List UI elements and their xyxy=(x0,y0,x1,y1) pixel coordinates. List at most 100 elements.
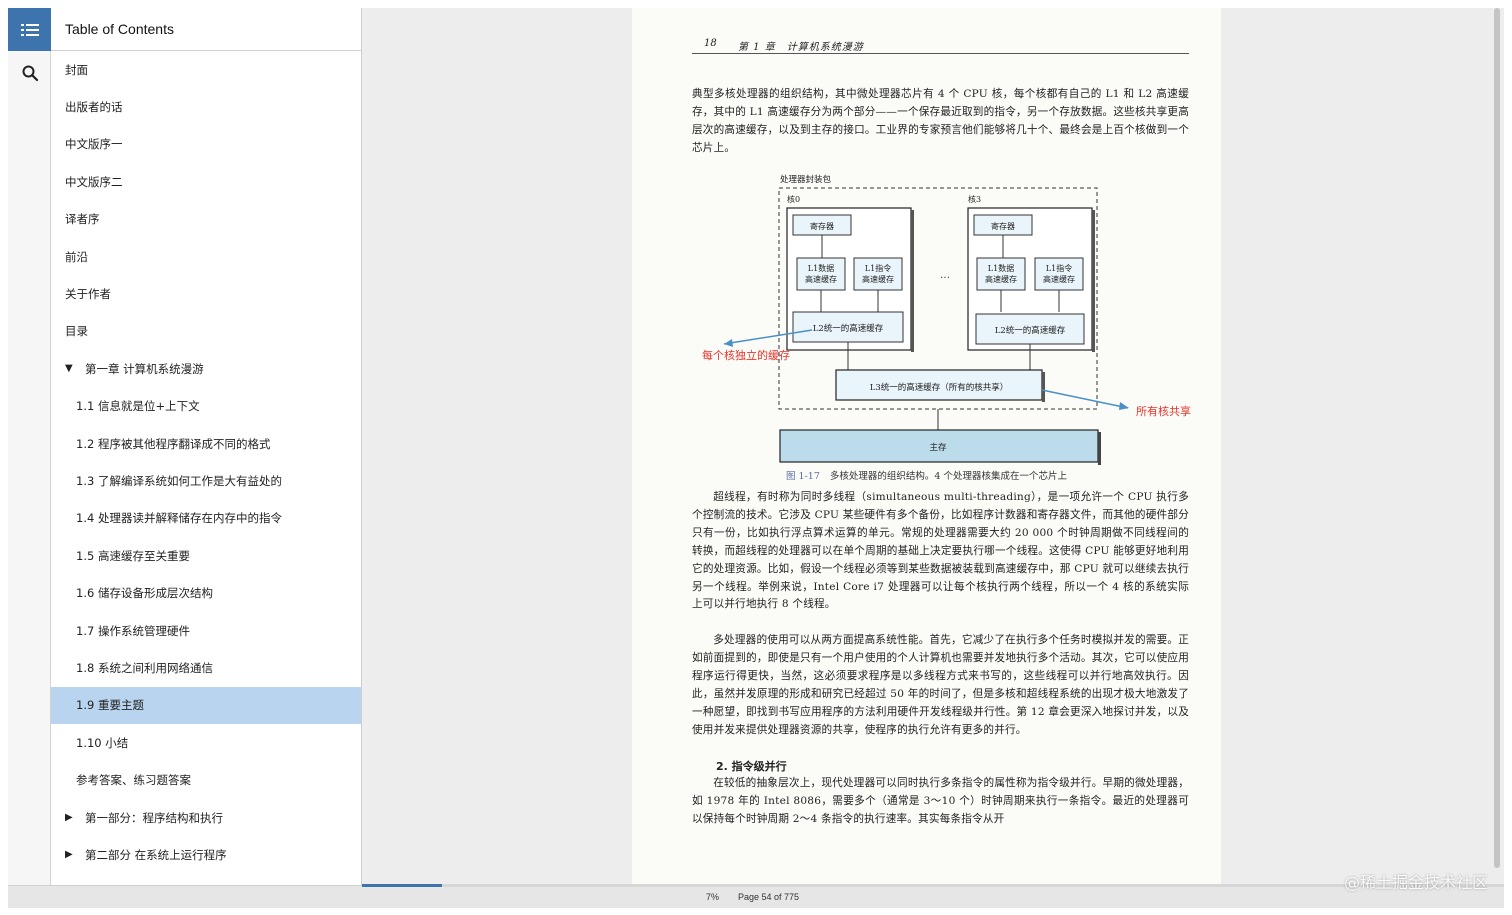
toc-item-label: 封面 xyxy=(65,62,88,77)
search-icon xyxy=(22,65,38,81)
toc-item[interactable]: 1.8 系统之间利用网络通信 xyxy=(51,649,361,686)
reading-progress-bar[interactable] xyxy=(362,884,1504,887)
svg-text:寄存器: 寄存器 xyxy=(991,221,1015,231)
svg-text:L2统一的高速缓存: L2统一的高速缓存 xyxy=(813,323,884,334)
svg-text:高速缓存: 高速缓存 xyxy=(1043,274,1075,284)
section-heading: 2. 指令级并行 xyxy=(716,760,787,773)
vertical-scrollbar[interactable] xyxy=(1493,8,1501,868)
figure-number: 图 1-17 xyxy=(786,471,820,482)
figure-1-17: 处理器封装包 核0 寄存器 L1数据 高速缓存 L1指令 高速缓存 L2统一的高… xyxy=(632,158,1221,488)
toc-item-label: 1.10 小结 xyxy=(76,735,129,750)
toc-item[interactable]: 1.2 程序被其他程序翻译成不同的格式 xyxy=(51,425,361,462)
svg-text:高速缓存: 高速缓存 xyxy=(985,274,1017,284)
figure-caption: 图 1-17 多核处理器的组织结构。4 个处理器核集成在一个芯片上 xyxy=(632,468,1221,482)
toc-item-label: 参考答案、练习题答案 xyxy=(76,773,191,788)
expand-triangle-icon[interactable]: ▶ xyxy=(65,849,85,860)
toc-item[interactable]: 1.7 操作系统管理硬件 xyxy=(51,612,361,649)
toc-item[interactable]: ▼ 第一章 计算机系统漫游 xyxy=(51,350,361,387)
svg-text:高速缓存: 高速缓存 xyxy=(862,274,894,284)
toc-item-label: 1.6 储存设备形成层次结构 xyxy=(76,586,213,601)
toc-item-label: 1.4 处理器读并解释储存在内存中的指令 xyxy=(76,511,282,526)
side-rail xyxy=(8,8,51,885)
search-button[interactable] xyxy=(8,51,51,94)
paragraph-1: 典型多核处理器的组织结构，其中微处理器芯片有 4 个 CPU 核，每个核都有自己… xyxy=(692,88,1189,154)
book-page: 18 第 1 章 计算机系统漫游 典型多核处理器的组织结构，其中微处理器芯片有 … xyxy=(632,8,1221,885)
collapse-triangle-icon[interactable]: ▼ xyxy=(65,363,85,374)
toc-item-label: 1.7 操作系统管理硬件 xyxy=(76,623,190,638)
toc-toggle-button[interactable] xyxy=(8,8,51,51)
core0-label: 核0 xyxy=(787,194,800,204)
toc-item[interactable]: 封面 xyxy=(51,51,361,88)
toc-panel: Table of Contents 封面出版者的话中文版序一中文版序二译者序前沿… xyxy=(51,8,362,885)
package-label: 处理器封装包 xyxy=(780,174,832,185)
svg-text:L1数据: L1数据 xyxy=(988,263,1014,273)
toc-item-label: 1.3 了解编译系统如何工作是大有益处的 xyxy=(76,473,282,488)
annotation-right: 所有核共享 xyxy=(1136,404,1191,418)
core0-l1-inst xyxy=(853,257,903,291)
toc-item[interactable]: 1.9 重要主题 xyxy=(51,686,361,725)
svg-text:主存: 主存 xyxy=(929,442,947,453)
multicore-diagram: 处理器封装包 核0 寄存器 L1数据 高速缓存 L1指令 高速缓存 L2统一的高… xyxy=(702,174,1191,465)
toc-item[interactable]: 出版者的话 xyxy=(51,88,361,125)
svg-text:L1数据: L1数据 xyxy=(808,263,834,273)
toc-item[interactable]: 1.6 储存设备形成层次结构 xyxy=(51,574,361,611)
core3-l1-inst xyxy=(1034,257,1084,291)
toc-item[interactable]: 1.5 高速缓存至关重要 xyxy=(51,537,361,574)
running-head-page-number: 18 xyxy=(704,38,717,49)
toc-item-label: 前沿 xyxy=(65,249,88,264)
expand-triangle-icon[interactable]: ▶ xyxy=(65,812,85,823)
watermark: @稀土掘金技术社区 xyxy=(1343,873,1488,892)
list-icon xyxy=(20,23,39,36)
svg-text:高速缓存: 高速缓存 xyxy=(805,274,837,284)
scrollbar-thumb[interactable] xyxy=(1494,8,1500,868)
paragraph-4: 在较低的抽象层次上，现代处理器可以同时执行多条指令的属性称为指令级并行。早期的微… xyxy=(692,777,1189,825)
toc-item[interactable]: 前沿 xyxy=(51,238,361,275)
toc-item[interactable]: 中文版序一 xyxy=(51,126,361,163)
reader-area[interactable]: 18 第 1 章 计算机系统漫游 典型多核处理器的组织结构，其中微处理器芯片有 … xyxy=(363,8,1504,885)
core3-label: 核3 xyxy=(968,194,981,204)
progress-percent: 7% xyxy=(706,892,720,902)
reading-progress-fill xyxy=(362,884,442,887)
toc-item-label: 1.2 程序被其他程序翻译成不同的格式 xyxy=(76,436,271,451)
status-bar: 7% Page 54 of 775 xyxy=(362,884,1504,908)
annotation-right-arrow xyxy=(1041,389,1129,409)
toc-list: 封面 出版者的话 中文版序一 中文版序二 译者序 前沿 关于作者 目录 ▼ 第一章 计算机系统漫游… xyxy=(51,51,361,874)
core3-l1-data xyxy=(976,257,1026,291)
svg-text:L1指令: L1指令 xyxy=(1046,263,1072,273)
running-head-title: 第 1 章 计算机系统漫游 xyxy=(738,42,864,53)
toc-item-label: 第二部分 在系统上运行程序 xyxy=(85,847,227,862)
toc-item[interactable]: 参考答案、练习题答案 xyxy=(51,761,361,798)
running-head: 18 第 1 章 计算机系统漫游 xyxy=(692,38,1189,54)
toc-item[interactable]: 译者序 xyxy=(51,201,361,238)
svg-text:L2统一的高速缓存: L2统一的高速缓存 xyxy=(995,325,1066,336)
svg-text:L3统一的高速缓存（所有的核共享）: L3统一的高速缓存（所有的核共享） xyxy=(870,382,1009,393)
toc-title: Table of Contents xyxy=(51,8,361,51)
paragraph-2: 超线程，有时称为同时多线程（simultaneous multi-threadi… xyxy=(692,491,1189,611)
toc-item[interactable]: 1.4 处理器读并解释储存在内存中的指令 xyxy=(51,500,361,537)
toc-item[interactable]: 1.10 小结 xyxy=(51,724,361,761)
svg-text:寄存器: 寄存器 xyxy=(810,221,834,231)
svg-text:L1指令: L1指令 xyxy=(865,263,891,273)
toc-item-label: 关于作者 xyxy=(65,287,111,302)
toc-item[interactable]: 1.1 信息就是位+上下文 xyxy=(51,388,361,425)
toc-item-label: 中文版序二 xyxy=(65,174,123,189)
toc-item[interactable]: 中文版序二 xyxy=(51,163,361,200)
footer-left-spacer xyxy=(8,885,362,908)
toc-item[interactable]: 关于作者 xyxy=(51,275,361,312)
reader-window: Table of Contents 封面出版者的话中文版序一中文版序二译者序前沿… xyxy=(8,8,1504,908)
toc-item[interactable]: ▶ 第二部分 在系统上运行程序 xyxy=(51,836,361,873)
paragraph-3: 多处理器的使用可以从两方面提高系统性能。首先，它减少了在执行多个任务时模拟并发的… xyxy=(692,634,1189,736)
toc-item-label: 译者序 xyxy=(65,212,100,227)
page-indicator: Page 54 of 775 xyxy=(738,892,800,902)
toc-item-label: 1.1 信息就是位+上下文 xyxy=(76,399,200,414)
toc-item-label: 第一部分：程序结构和执行 xyxy=(85,810,223,825)
toc-item[interactable]: ▶ 第一部分：程序结构和执行 xyxy=(51,799,361,836)
toc-item-label: 1.9 重要主题 xyxy=(76,698,144,713)
toc-item-label: 出版者的话 xyxy=(65,100,123,115)
toc-item[interactable]: 目录 xyxy=(51,313,361,350)
toc-item[interactable]: 1.3 了解编译系统如何工作是大有益处的 xyxy=(51,462,361,499)
toc-item-label: 1.5 高速缓存至关重要 xyxy=(76,548,190,563)
toc-item-label: 第一章 计算机系统漫游 xyxy=(85,361,204,376)
core0-l1-data xyxy=(796,257,846,291)
annotation-left: 每个核独立的缓存 xyxy=(702,348,790,362)
